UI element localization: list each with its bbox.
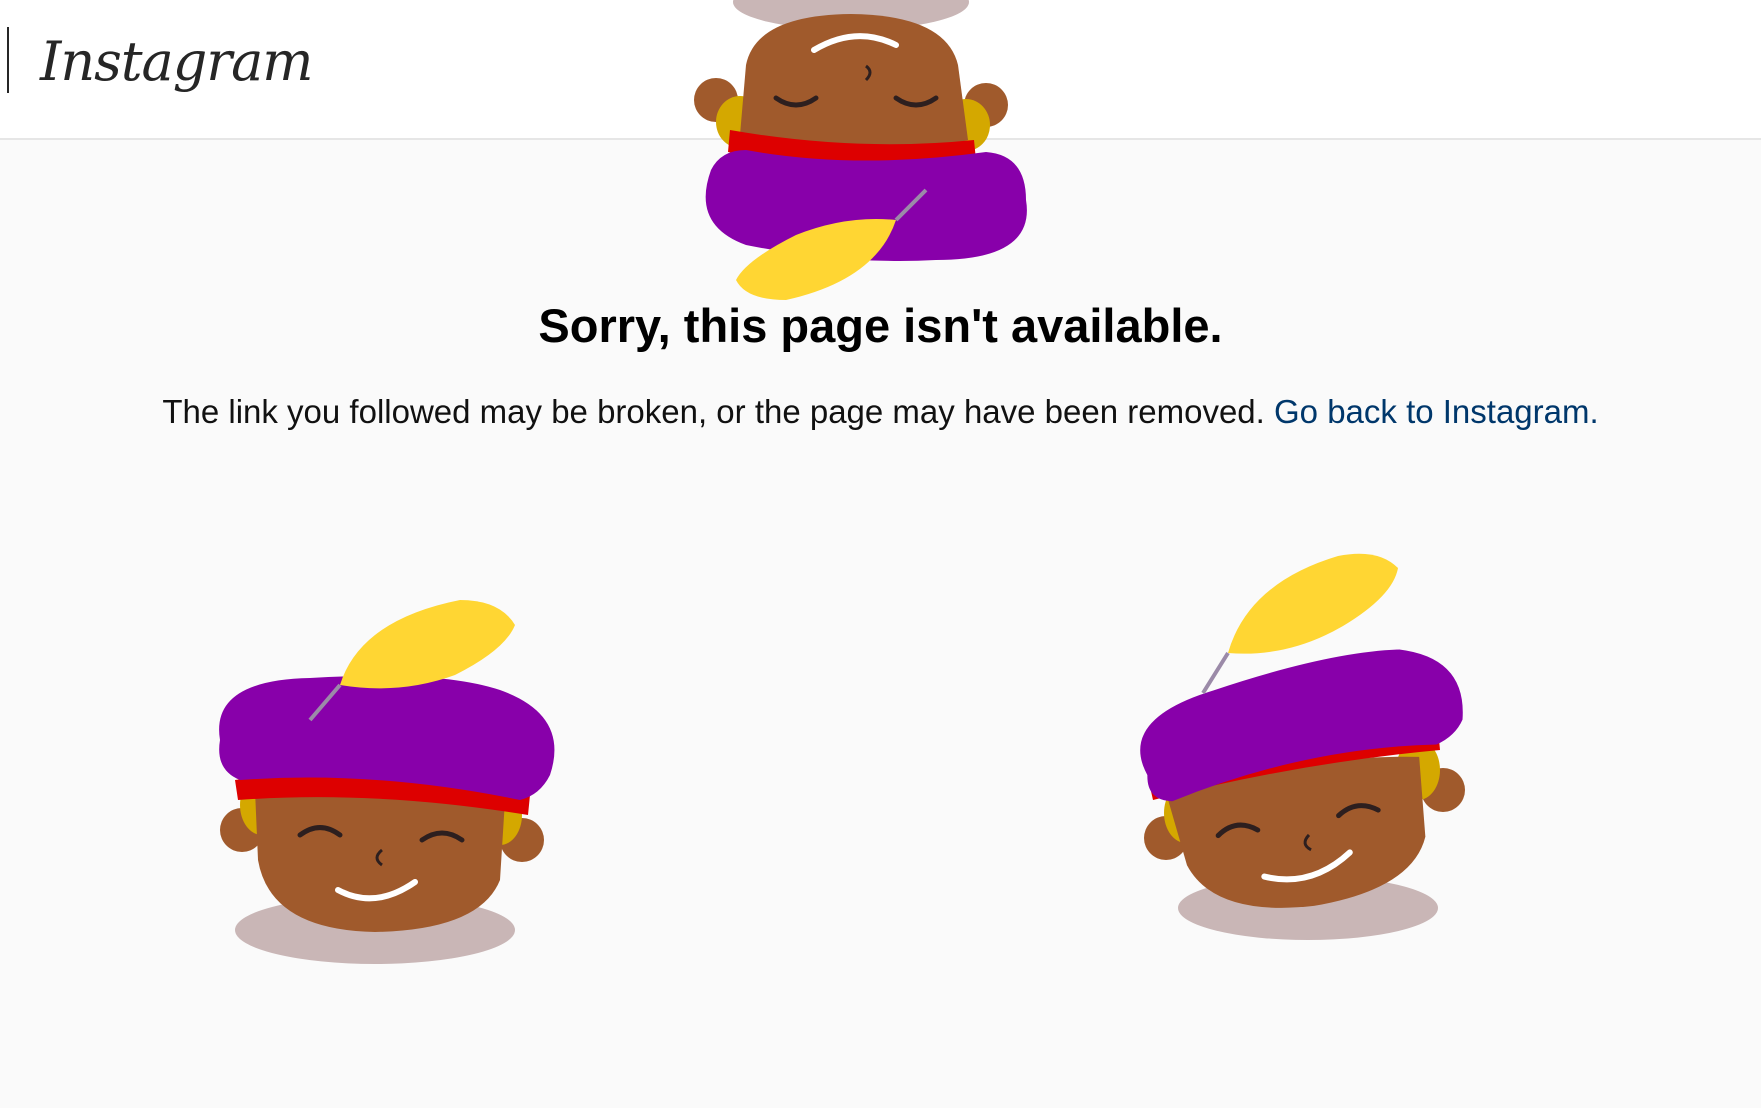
- error-message-line: The link you followed may be broken, or …: [0, 392, 1761, 432]
- go-back-link[interactable]: Go back to Instagram.: [1274, 393, 1599, 430]
- error-message: The link you followed may be broken, or …: [162, 393, 1265, 430]
- nav-divider: [7, 27, 9, 93]
- pete-character-left: [219, 600, 555, 964]
- instagram-logo[interactable]: Instagram: [40, 22, 313, 102]
- pete-character-right: [1140, 553, 1465, 940]
- error-headline: Sorry, this page isn't available.: [538, 299, 1223, 352]
- pete-character-upside-down: [694, 0, 1027, 300]
